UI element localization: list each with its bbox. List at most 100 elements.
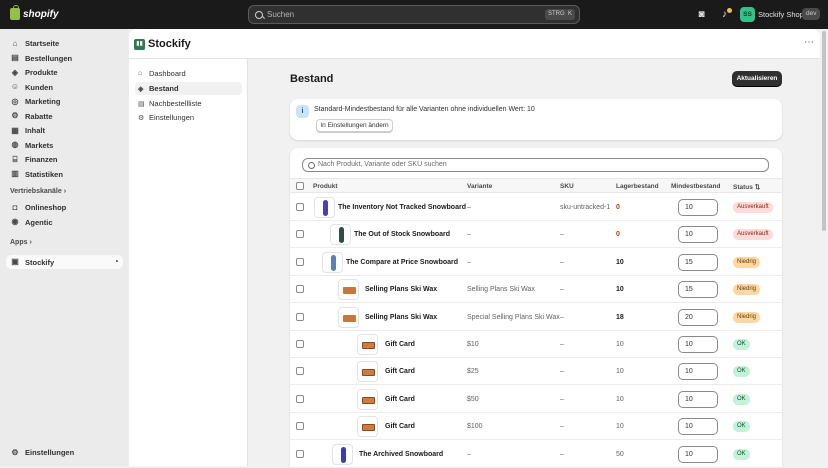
select-all-checkbox[interactable] <box>296 182 304 190</box>
nav-item-finanzen[interactable]: ⌸ Finanzen <box>10 153 58 166</box>
nav-item-inhalt[interactable]: ▦ Inhalt <box>10 124 45 137</box>
product-name[interactable]: Selling Plans Ski Wax <box>365 286 437 293</box>
row-checkbox[interactable] <box>296 340 304 348</box>
inventory-table-card: Nach Produkt, Variante oder SKU suchen P… <box>290 148 782 468</box>
nav-item-marketing[interactable]: ◎ Marketing <box>10 95 61 108</box>
min-stock-input[interactable]: 20 <box>678 308 718 326</box>
product-thumbnail <box>322 251 343 273</box>
status-badge: OK <box>733 339 750 350</box>
subnav-dashboard[interactable]: ⌂ Dashboard <box>135 67 242 80</box>
product-name[interactable]: Gift Card <box>385 396 415 403</box>
table-row[interactable]: Gift Card $25 – 10 10 OK <box>290 358 782 386</box>
row-checkbox[interactable] <box>296 394 304 403</box>
table-row[interactable]: Selling Plans Ski Wax Special Selling Pla… <box>290 304 782 331</box>
scrollbar-thumb[interactable] <box>822 31 826 231</box>
product-name[interactable]: The Compare at Price Snowboard <box>346 259 458 266</box>
product-name[interactable]: Gift Card <box>385 341 415 348</box>
row-checkbox[interactable] <box>296 230 304 239</box>
product-search-input[interactable]: Nach Produkt, Variante oder SKU suchen <box>302 158 769 172</box>
app-title: Stockify <box>148 38 191 50</box>
min-stock-input[interactable]: 10 <box>678 336 718 353</box>
refresh-button[interactable]: Aktualisieren <box>732 71 782 86</box>
status-badge: Niedrig <box>733 256 761 268</box>
subnav-label: Einstellungen <box>149 113 195 122</box>
min-stock-input[interactable]: 10 <box>678 199 718 216</box>
nav-item-produkte[interactable]: ◈ Produkte <box>10 66 58 79</box>
nav-item-onlineshop[interactable]: ◘ Onlineshop <box>10 201 67 214</box>
app-subnav: ⌂ Dashboard ◈ Bestand ▤ Nachbestellliste ⚙ E… <box>129 59 248 466</box>
product-name[interactable]: The Archived Snowboard <box>359 451 443 458</box>
nav-label: Onlineshop <box>25 203 67 212</box>
top-bar: shopify Suchen STRG K ◙ ♪ SS Stockify Sh… <box>0 0 828 29</box>
table-row[interactable]: The Compare at Price Snowboard – – 10 15 Nied… <box>290 249 782 276</box>
nav-section-apps[interactable]: Apps › <box>10 239 32 246</box>
sku-value: – <box>560 368 564 376</box>
nav-item-startseite[interactable]: ⌂ Startseite <box>10 37 60 50</box>
header-status[interactable]: Status ⇅ <box>733 183 760 191</box>
product-name[interactable]: The Inventory Not Tracked Snowboard <box>338 204 466 211</box>
nav-item-rabatte[interactable]: ⚙ Rabatte <box>10 110 52 123</box>
product-thumbnail <box>338 306 359 328</box>
subnav-nachbestellliste[interactable]: ▤ Nachbestellliste <box>135 97 242 110</box>
header-variante: Variante <box>467 183 493 190</box>
min-stock-input[interactable]: 10 <box>678 445 718 463</box>
row-checkbox[interactable] <box>296 367 304 376</box>
min-stock-input[interactable]: 15 <box>678 281 718 299</box>
app-header: ▮▮ Stockify ⋯ <box>129 29 820 59</box>
table-row[interactable]: Gift Card $50 – 10 10 OK <box>290 386 782 413</box>
nav-item-agentic[interactable]: ◉ Agentic <box>10 216 53 229</box>
gift-card-image <box>362 424 375 432</box>
home-icon: ⌂ <box>138 70 143 77</box>
nav-item-einstellungen[interactable]: ⚙ Einstellungen <box>10 446 74 459</box>
row-checkbox[interactable] <box>296 449 304 458</box>
store-icon[interactable]: ◙ <box>696 9 707 20</box>
status-badge: OK <box>733 421 750 433</box>
product-name[interactable]: Selling Plans Ski Wax <box>365 314 437 321</box>
more-actions-icon[interactable]: ⋯ <box>804 37 814 48</box>
table-row[interactable]: Gift Card $100 – 10 10 OK <box>290 413 782 441</box>
nav-item-statistiken[interactable]: ▥ Statistiken <box>10 168 63 181</box>
notification-dot <box>727 8 732 13</box>
nav-label: Startseite <box>25 39 60 48</box>
table-row[interactable]: Gift Card $10 – 10 10 OK <box>290 331 782 358</box>
nav-section-channels[interactable]: Vertriebskanäle › <box>10 188 66 195</box>
nav-label: Inhalt <box>25 126 45 135</box>
product-name[interactable]: Gift Card <box>385 368 415 375</box>
table-row[interactable]: The Archived Snowboard – – 50 10 OK <box>290 441 782 468</box>
min-stock-input[interactable]: 10 <box>678 418 718 436</box>
min-stock-input[interactable]: 15 <box>678 253 718 271</box>
stock-value: 10 <box>616 395 624 403</box>
nav-item-stockify[interactable]: ▣ Stockify • <box>10 256 118 269</box>
row-checkbox[interactable] <box>296 285 304 294</box>
global-search-input[interactable]: Suchen STRG K <box>248 5 580 24</box>
shopify-logo[interactable]: shopify <box>10 5 59 20</box>
row-checkbox[interactable] <box>296 312 304 321</box>
row-checkbox[interactable] <box>296 422 304 431</box>
product-name[interactable]: Gift Card <box>385 423 415 430</box>
ski-wax-image <box>343 314 356 322</box>
variant-name: – <box>467 204 471 211</box>
nav-item-bestellungen[interactable]: ▤ Bestellungen <box>10 52 72 65</box>
table-row[interactable]: The Out of Stock Snowboard – – 0 10 Ausverkau… <box>290 221 782 249</box>
nav-item-kunden[interactable]: ☺ Kunden <box>10 81 53 94</box>
gift-card-image <box>362 369 375 377</box>
change-settings-button[interactable]: In Einstellungen ändern <box>316 119 393 132</box>
shop-name[interactable]: Stockify Shop <box>758 10 804 19</box>
status-badge: OK <box>733 393 750 405</box>
variant-name: – <box>467 450 471 458</box>
product-name[interactable]: The Out of Stock Snowboard <box>354 231 450 238</box>
row-checkbox[interactable] <box>296 257 304 266</box>
table-row[interactable]: The Inventory Not Tracked Snowboard – sku-… <box>290 194 782 221</box>
subnav-einstellungen[interactable]: ⚙ Einstellungen <box>135 111 242 124</box>
nav-label: Bestellungen <box>25 53 73 63</box>
agent-icon: ◉ <box>11 217 19 226</box>
min-stock-input[interactable]: 10 <box>678 390 718 408</box>
avatar[interactable]: SS <box>740 7 755 22</box>
subnav-bestand[interactable]: ◈ Bestand <box>135 82 242 95</box>
table-row[interactable]: Selling Plans Ski Wax Selling Plans Ski W… <box>290 276 782 304</box>
page-scrollbar[interactable] <box>820 29 828 466</box>
min-stock-input[interactable]: 10 <box>678 363 718 381</box>
row-checkbox[interactable] <box>296 203 304 211</box>
min-stock-input[interactable]: 10 <box>678 226 718 244</box>
nav-item-markets[interactable]: ◍ Markets <box>10 139 54 152</box>
